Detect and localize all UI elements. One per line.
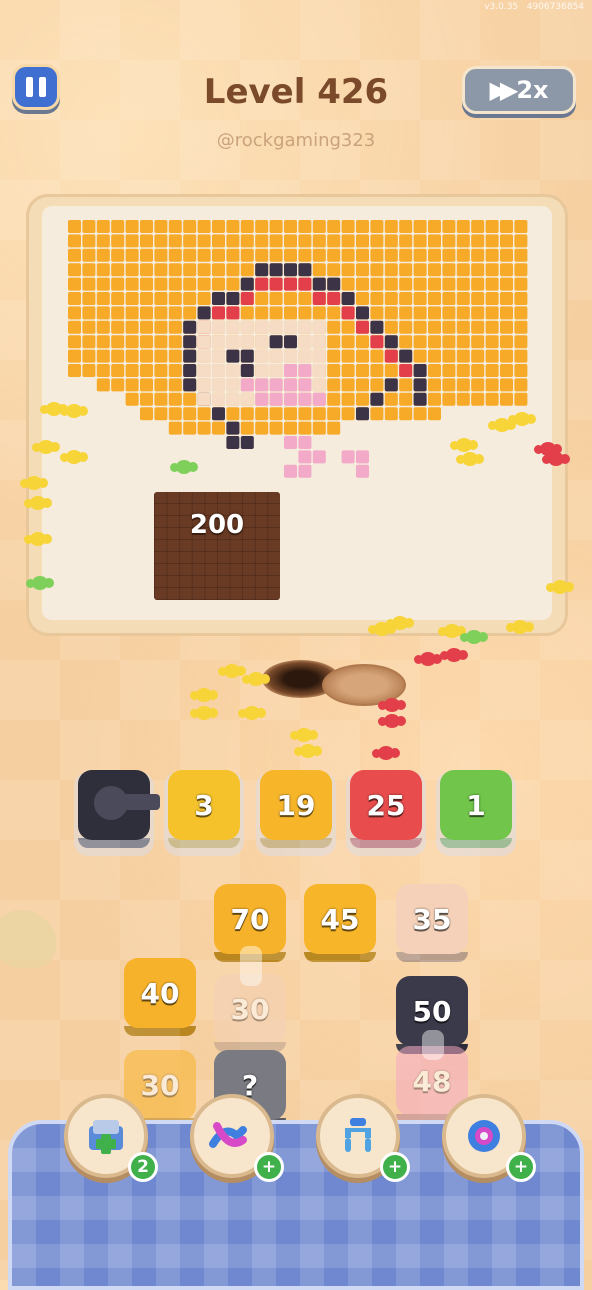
ant xyxy=(24,496,52,510)
add-slot-badge: 2 xyxy=(128,1152,158,1182)
chocolate-block xyxy=(154,492,280,600)
ant xyxy=(508,412,536,426)
claw-icon xyxy=(345,1118,371,1152)
ant xyxy=(372,746,400,760)
ant xyxy=(32,440,60,454)
ant xyxy=(190,688,218,702)
ant xyxy=(378,714,406,728)
conveyor-slot: 3 xyxy=(168,770,240,840)
ant xyxy=(218,664,246,678)
ant xyxy=(440,648,468,662)
ant xyxy=(414,652,442,666)
ant xyxy=(460,630,488,644)
ant xyxy=(242,672,270,686)
ant xyxy=(456,452,484,466)
fast-forward-icon: ▶▶ xyxy=(489,76,518,104)
bomb-add-badge: + xyxy=(506,1152,536,1182)
chocolate-count: 200 xyxy=(189,510,245,540)
ant xyxy=(20,476,48,490)
stack-tile[interactable]: 35 xyxy=(396,884,468,954)
shuffle-icon xyxy=(209,1122,247,1148)
pixel-art xyxy=(68,220,528,478)
shuffle-add-badge: + xyxy=(254,1152,284,1182)
ant xyxy=(386,616,414,630)
ant xyxy=(190,706,218,720)
conveyor-slot: 25 xyxy=(350,770,422,840)
conveyor-slot: 19 xyxy=(260,770,332,840)
leaf-decoration xyxy=(0,910,56,968)
username-label: @rockgaming323 xyxy=(216,130,376,151)
ant xyxy=(546,580,574,594)
ant xyxy=(170,460,198,474)
flower-bomb-icon xyxy=(468,1120,500,1152)
conveyor-slot: 1 xyxy=(440,770,512,840)
stack-tile[interactable]: 45 xyxy=(304,884,376,954)
speed-button[interactable]: ▶▶ 2x xyxy=(462,66,576,114)
ant xyxy=(542,452,570,466)
stack-tile[interactable]: 40 xyxy=(124,958,196,1028)
stack-tile[interactable]: 70 xyxy=(214,884,286,954)
tile-connector xyxy=(422,1030,444,1060)
status-bar: v3.0.35 4906736854 xyxy=(484,2,584,12)
ant xyxy=(60,404,88,418)
ant xyxy=(294,744,322,758)
tile-connector xyxy=(240,946,262,986)
ant xyxy=(450,438,478,452)
ant xyxy=(238,706,266,720)
ant xyxy=(60,450,88,464)
ant xyxy=(24,532,52,546)
ant xyxy=(438,624,466,638)
magnet-add-badge: + xyxy=(380,1152,410,1182)
speed-label: 2x xyxy=(516,76,549,104)
ant xyxy=(378,698,406,712)
ant xyxy=(26,576,54,590)
cannon-nozzle xyxy=(120,794,160,810)
background-pattern xyxy=(0,0,592,1280)
ant xyxy=(290,728,318,742)
add-slot-icon xyxy=(89,1120,123,1154)
ant xyxy=(506,620,534,634)
pixel-canvas xyxy=(42,206,552,620)
